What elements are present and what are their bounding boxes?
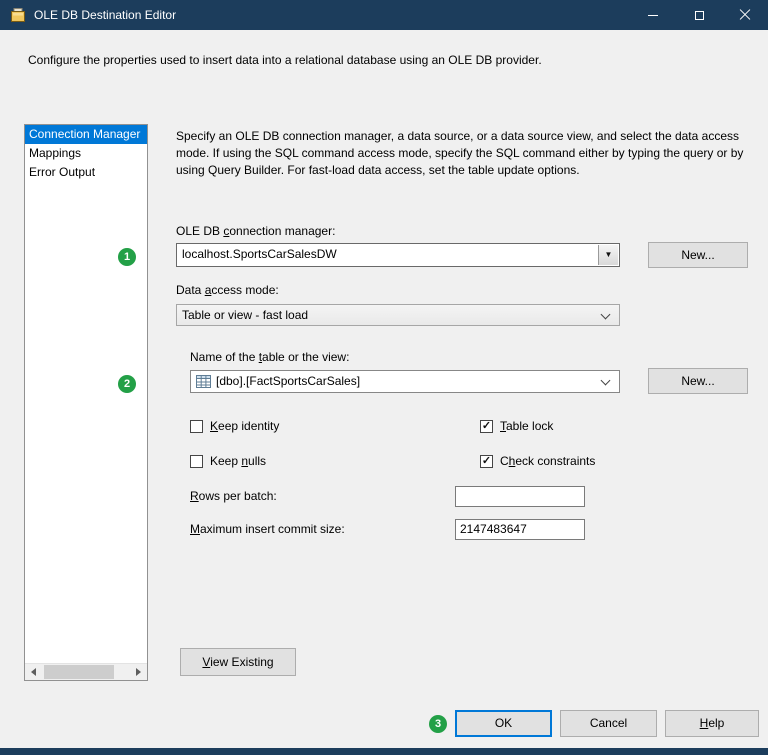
keep-nulls-checkbox-box [190, 455, 203, 468]
label-text: iew Existing [210, 655, 274, 669]
connection-manager-label: OLE DB connection manager: [176, 224, 335, 238]
label-text: ccess mode: [211, 283, 279, 297]
label-text: K [210, 419, 219, 433]
check-constraints-label: Check constraints [500, 454, 595, 469]
data-access-mode-label: Data access mode: [176, 283, 279, 297]
pages-listbox: Connection Manager Mappings Error Output [24, 124, 148, 681]
maximize-icon [694, 10, 704, 20]
table-name-combo[interactable]: [dbo].[FactSportsCarSales] [190, 370, 620, 393]
maximize-button[interactable] [676, 0, 722, 30]
label-text: able lock [506, 419, 554, 433]
label-text: C [500, 454, 509, 468]
scroll-right-icon [136, 668, 141, 676]
data-access-mode-combo[interactable]: Table or view - fast load [176, 304, 620, 326]
label-text: R [190, 489, 199, 503]
table-name-value: [dbo].[FactSportsCarSales] [216, 374, 361, 388]
page-intro-text: Specify an OLE DB connection manager, a … [176, 129, 744, 177]
dropdown-arrow-icon: ▼ [604, 250, 613, 259]
label-text: M [190, 522, 200, 536]
connection-manager-combo[interactable]: localhost.SportsCarSalesDW ▼ [176, 243, 620, 267]
check-constraints-checkbox-box: ✓ [480, 455, 493, 468]
nav-item-connection-manager[interactable]: Connection Manager [25, 125, 147, 144]
label-text: eck constraints [515, 454, 596, 468]
keep-nulls-label: Keep nulls [210, 454, 266, 469]
keep-identity-checkbox-box [190, 420, 203, 433]
max-insert-commit-size-input[interactable]: 2147483647 [455, 519, 585, 540]
nav-item-mappings[interactable]: Mappings [25, 144, 147, 163]
rows-per-batch-input[interactable] [455, 486, 585, 507]
view-existing-button[interactable]: View Existing [180, 648, 296, 676]
new-connection-button[interactable]: New... [648, 242, 748, 268]
table-icon [196, 375, 211, 388]
label-text: onnection manager: [229, 224, 336, 238]
table-lock-checkbox-box: ✓ [480, 420, 493, 433]
label-text: Name of the [190, 350, 259, 364]
minimize-button[interactable] [630, 0, 676, 30]
keep-identity-label: Keep identity [210, 419, 279, 434]
label-text: ows per batch: [198, 489, 277, 503]
rows-per-batch-label: Rows per batch: [190, 489, 277, 503]
chevron-down-icon [600, 309, 611, 320]
label-text: eep identity [218, 419, 280, 433]
ole-db-destination-editor-dialog: OLE DB Destination Editor Configure the … [0, 0, 768, 755]
help-button[interactable]: Help [665, 710, 759, 737]
step-2-badge: 2 [118, 375, 136, 393]
step-3-badge: 3 [429, 715, 447, 733]
scroll-left-button[interactable] [25, 664, 42, 680]
label-text: Keep [210, 454, 242, 468]
scroll-left-icon [31, 668, 36, 676]
table-lock-label: Table lock [500, 419, 553, 434]
dialog-description: Configure the properties used to insert … [28, 53, 542, 67]
window-title: OLE DB Destination Editor [34, 8, 177, 22]
label-text: aximum insert commit size: [200, 522, 345, 536]
chevron-down-icon [600, 375, 611, 386]
close-button[interactable] [722, 0, 768, 30]
window-border-bottom [0, 748, 768, 755]
ok-button[interactable]: OK [455, 710, 552, 737]
label-text: ulls [248, 454, 267, 468]
nav-item-error-output[interactable]: Error Output [25, 163, 147, 182]
cancel-button[interactable]: Cancel [560, 710, 657, 737]
scroll-right-button[interactable] [130, 664, 147, 680]
connection-manager-value: localhost.SportsCarSalesDW [182, 247, 337, 261]
minimize-icon [648, 14, 658, 16]
label-text: able or the view: [262, 350, 350, 364]
close-icon [739, 9, 751, 21]
table-name-label: Name of the table or the view: [190, 350, 349, 364]
horizontal-scrollbar[interactable] [25, 663, 147, 680]
max-insert-commit-size-label: Maximum insert commit size: [190, 522, 345, 536]
step-1-badge: 1 [118, 248, 136, 266]
app-icon [11, 8, 25, 22]
scrollbar-thumb[interactable] [44, 665, 114, 679]
new-table-button[interactable]: New... [648, 368, 748, 394]
connection-manager-dropdown-button[interactable]: ▼ [598, 245, 618, 265]
label-text: Data [176, 283, 205, 297]
label-text: OLE DB [176, 224, 224, 238]
title-bar: OLE DB Destination Editor [0, 0, 768, 30]
data-access-mode-value: Table or view - fast load [182, 308, 309, 322]
label-text: elp [708, 716, 725, 730]
